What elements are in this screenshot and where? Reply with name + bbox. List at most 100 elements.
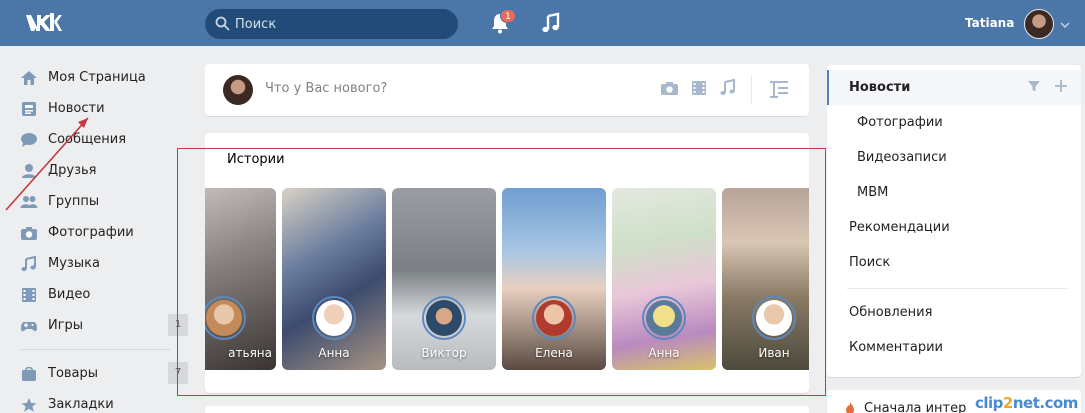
right-menu-divider [847,288,1067,289]
right-menu-label: Фотографии [857,115,943,130]
watermark-part3: net.com [1012,394,1079,412]
filter-icon[interactable] [1027,79,1041,97]
nav-item-label: Музыка [48,256,100,271]
nav-item-my-page[interactable]: Моя Страница [20,62,190,93]
story-author-avatar [422,296,466,340]
camera-icon [20,225,48,241]
right-menu-label: Видеозаписи [857,150,947,165]
story-card[interactable]: Иван [722,188,809,370]
right-menu-recommendations[interactable]: Рекомендации [827,210,1081,245]
gamepad-icon [20,318,48,334]
nav-counter-badge: 7 [168,362,188,384]
new-post-box[interactable]: Что у Вас нового? [205,64,809,116]
nav-counter-badge: 1 [168,314,188,336]
home-icon [20,70,48,86]
nav-item-label: Сообщения [48,132,127,147]
left-navigation: Моя Страница Новости Сообщения Друзья Гр… [20,62,190,413]
nav-item-label: Новости [48,101,105,116]
toolbar-divider [751,76,752,104]
nav-item-goods[interactable]: Товары 7 [20,358,190,389]
right-menu-label: МВМ [857,185,889,200]
right-menu-comments[interactable]: Комментарии [827,330,1081,365]
right-menu-label: Новости [849,80,911,95]
search-input[interactable] [235,9,450,39]
right-menu-updates[interactable]: Обновления [827,295,1081,330]
nav-item-music[interactable]: Музыка [20,248,190,279]
nav-item-news[interactable]: Новости [20,93,190,124]
music-player-icon[interactable] [541,12,561,38]
stories-carousel[interactable]: атьяна Анна Виктор Елена Анна Иван [205,188,809,370]
nav-item-label: Товары [48,366,99,381]
story-card[interactable]: Елена [502,188,606,370]
vk-logo-icon[interactable] [24,9,62,37]
star-icon [20,397,48,413]
right-menu-news[interactable]: Новости [827,70,1081,105]
right-menu-mvm[interactable]: МВМ [827,175,1081,210]
feed-sort-icon[interactable] [768,79,790,103]
chevron-down-icon[interactable] [1060,18,1070,33]
video-icon [20,287,48,303]
nav-item-games[interactable]: Игры 1 [20,310,190,341]
nav-item-friends[interactable]: Друзья [20,155,190,186]
fire-icon [843,401,857,413]
attach-music-icon[interactable] [719,78,737,101]
attach-photo-icon[interactable] [660,80,679,100]
top-bar: 1 Tatiana [0,0,1085,46]
right-menu-photos[interactable]: Фотографии [827,105,1081,140]
user-avatar[interactable] [1024,9,1054,39]
user-name[interactable]: Tatiana [965,16,1014,30]
new-post-input[interactable]: Что у Вас нового? [265,81,387,96]
story-author-name: Анна [318,346,350,360]
story-author-avatar [312,296,356,340]
right-menu-label: Поиск [849,255,891,270]
post-author-avatar [223,75,253,105]
story-author-avatar [532,296,576,340]
search-box[interactable] [205,9,458,39]
music-icon [20,255,48,272]
watermark: clip2net.com [975,394,1078,412]
story-author-name: атьяна [228,346,272,360]
story-author-avatar [752,296,796,340]
right-menu-label: Рекомендации [849,220,950,235]
sort-interesting-toggle[interactable]: Сначала интер [864,401,966,413]
nav-item-label: Закладки [48,397,114,412]
right-menu-label: Комментарии [849,340,943,355]
groups-icon [20,194,48,210]
stories-block: Истории атьяна Анна Виктор Елена Анна Ив… [205,133,809,393]
story-card[interactable]: атьяна [205,188,276,370]
messages-icon [20,132,48,148]
shopping-icon [20,366,48,382]
search-icon [215,16,230,35]
news-icon [20,101,48,117]
nav-item-video[interactable]: Видео [20,279,190,310]
story-author-name: Анна [648,346,680,360]
nav-item-photos[interactable]: Фотографии [20,217,190,248]
story-author-name: Елена [535,346,573,360]
right-menu-videos[interactable]: Видеозаписи [827,140,1081,175]
watermark-part2: 2 [1002,394,1013,412]
nav-item-groups[interactable]: Группы [20,186,190,217]
stories-title: Истории [227,152,285,167]
nav-divider [20,349,170,350]
add-list-icon[interactable] [1054,79,1068,97]
story-author-avatar [642,296,686,340]
watermark-part1: clip [975,394,1003,412]
nav-item-label: Моя Страница [48,70,146,85]
right-filter-menu: Новости Фотографии Видеозаписи МВМ Реком… [827,65,1081,377]
nav-item-label: Друзья [48,163,97,178]
feed-post-card [205,406,809,413]
story-author-name: Виктор [421,346,467,360]
nav-item-label: Игры [48,318,84,333]
nav-item-label: Видео [48,287,91,302]
nav-item-messages[interactable]: Сообщения [20,124,190,155]
story-card[interactable]: Анна [612,188,716,370]
story-card[interactable]: Анна [282,188,386,370]
notifications-badge: 1 [500,9,516,23]
nav-item-label: Фотографии [48,225,134,240]
story-card[interactable]: Виктор [392,188,496,370]
right-menu-label: Обновления [849,305,933,320]
story-author-name: Иван [758,346,790,360]
attach-video-icon[interactable] [691,80,707,100]
right-menu-search[interactable]: Поиск [827,245,1081,280]
nav-item-bookmarks[interactable]: Закладки [20,389,190,413]
